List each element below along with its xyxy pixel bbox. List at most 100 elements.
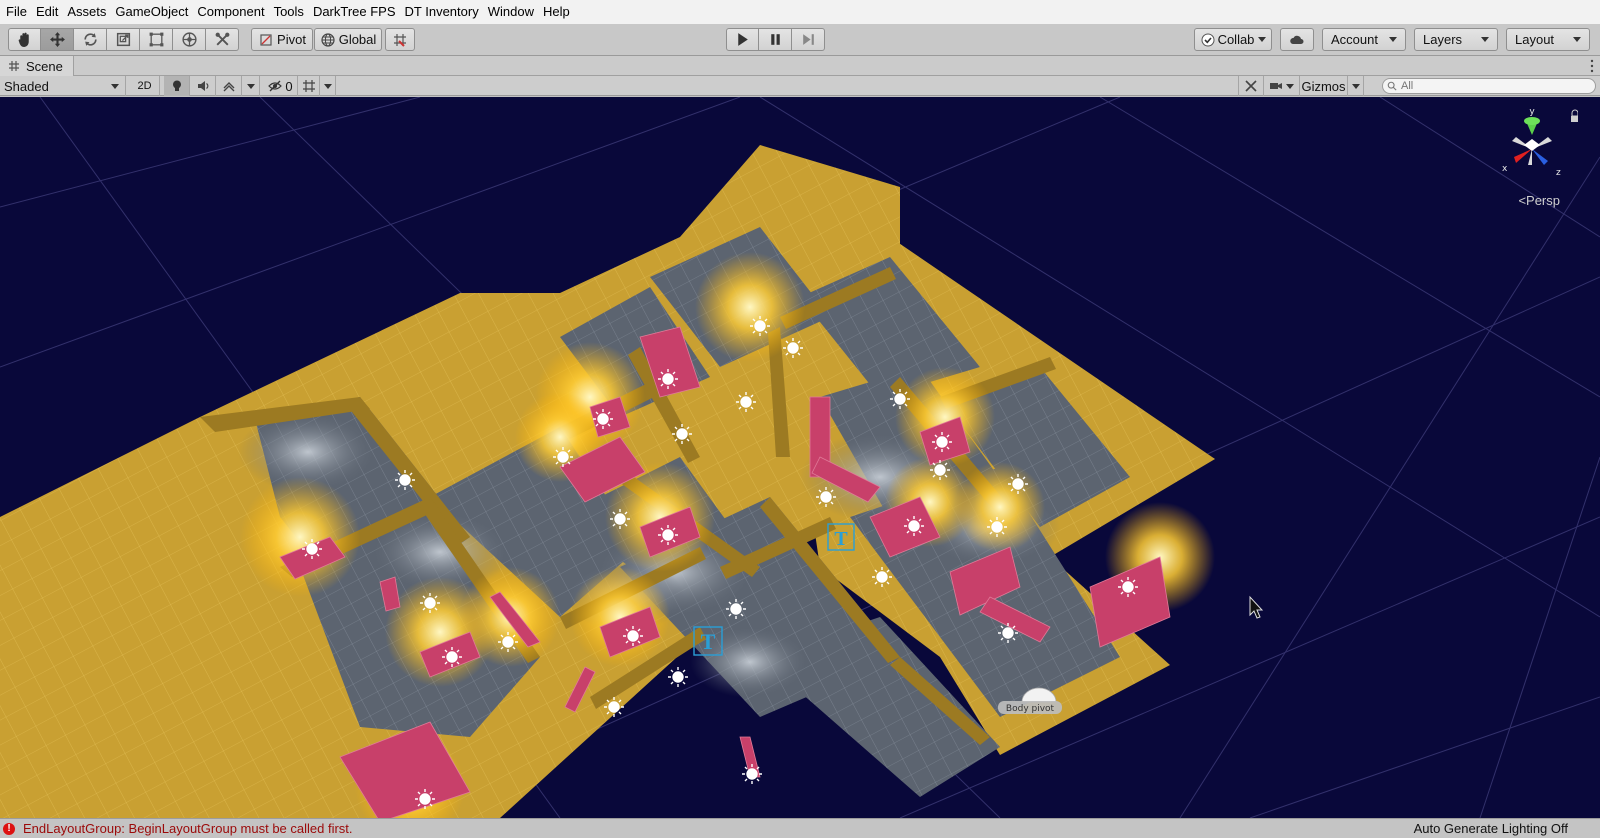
search-input[interactable] [1401, 80, 1591, 92]
global-label: Global [338, 32, 377, 47]
move-icon [49, 32, 65, 47]
lighting-toggle[interactable] [164, 76, 190, 96]
step-button[interactable] [792, 28, 825, 51]
move-tool-button[interactable] [41, 28, 74, 51]
account-label: Account [1331, 32, 1378, 47]
status-bar[interactable]: ! EndLayoutGroup: BeginLayoutGroup must … [0, 818, 1600, 838]
hand-icon [18, 32, 29, 47]
lightbulb-icon [172, 80, 181, 91]
eye-slash-icon [268, 80, 283, 92]
effects-dropdown[interactable] [242, 76, 260, 96]
grid-dropdown[interactable] [320, 76, 336, 96]
step-icon [802, 34, 814, 45]
chevron-left-icon: < [1518, 193, 1527, 208]
toggle-2d-label: 2D [137, 80, 152, 92]
text-marker-2-letter: T [834, 528, 848, 550]
audio-toggle[interactable] [190, 76, 216, 96]
camera-settings-dropdown[interactable] [1264, 76, 1300, 96]
transform-tool-button[interactable] [173, 28, 206, 51]
hidden-objects-toggle[interactable]: 0 [264, 76, 298, 96]
layers-label: Layers [1423, 32, 1463, 47]
menu-window[interactable]: Window [484, 0, 538, 24]
menu-bar: File Edit Assets GameObject Component To… [0, 0, 1600, 24]
search-icon [1387, 81, 1397, 91]
error-icon: ! [3, 822, 15, 835]
custom-tool-icon [215, 32, 229, 46]
transform-tools [8, 28, 239, 51]
scene-tab-bar: Scene [0, 56, 1600, 76]
menu-component[interactable]: Component [193, 0, 268, 24]
menu-gameobject[interactable]: GameObject [111, 0, 192, 24]
draw-mode-dropdown[interactable]: Shaded [0, 76, 126, 96]
speaker-icon [197, 81, 208, 91]
chevron-down-icon [246, 83, 255, 89]
gizmos-dropdown[interactable] [1348, 76, 1364, 96]
playback-controls [726, 28, 825, 51]
gizmos-button[interactable]: Gizmos [1300, 76, 1348, 96]
menu-help[interactable]: Help [539, 0, 574, 24]
layout-dropdown[interactable]: Layout [1506, 28, 1590, 51]
lighting-status[interactable]: Auto Generate Lighting Off [1414, 821, 1568, 836]
chevron-down-icon [323, 83, 332, 89]
tab-scene-label: Scene [26, 58, 63, 74]
snap-settings-button[interactable] [385, 28, 415, 51]
chevron-down-icon [111, 83, 119, 89]
scene-tools-button[interactable] [1238, 76, 1264, 96]
hidden-count: 0 [285, 78, 293, 94]
pivot-icon [260, 33, 272, 46]
mouse-cursor-icon [1249, 595, 1264, 619]
scale-icon [116, 32, 130, 47]
projection-toggle[interactable]: <Persp [1518, 193, 1560, 208]
camera-icon [1270, 83, 1282, 89]
scale-tool-button[interactable] [107, 28, 140, 51]
projection-label: Persp [1526, 193, 1560, 208]
collab-label: Collab [1217, 32, 1255, 47]
status-error-message[interactable]: EndLayoutGroup: BeginLayoutGroup must be… [23, 821, 353, 836]
toggle-2d-button[interactable]: 2D [130, 76, 160, 96]
axis-label-z: z [1556, 168, 1561, 178]
effects-toggle[interactable] [216, 76, 242, 96]
layers-dropdown[interactable]: Layers [1414, 28, 1498, 51]
chevron-down-icon [1389, 37, 1397, 42]
kebab-menu-icon[interactable] [1590, 58, 1594, 74]
text-marker-1-letter: T [701, 629, 716, 654]
lock-icon[interactable] [1571, 116, 1578, 122]
hand-tool-button[interactable] [8, 28, 41, 51]
play-icon [738, 33, 748, 46]
checkmark-circle-icon [1201, 33, 1215, 46]
main-toolbar: Pivot Global Collab Account Layers Layou… [0, 24, 1600, 56]
rotate-tool-button[interactable] [74, 28, 107, 51]
menu-darktree-fps[interactable]: DarkTree FPS [309, 0, 400, 24]
menu-dt-inventory[interactable]: DT Inventory [401, 0, 483, 24]
scene-search[interactable] [1382, 78, 1596, 94]
custom-tool-button[interactable] [206, 28, 239, 51]
axis-label-y: y [1529, 107, 1535, 117]
collab-dropdown[interactable]: Collab [1194, 28, 1272, 51]
wrench-cross-icon [1245, 80, 1257, 92]
pause-button[interactable] [759, 28, 792, 51]
rect-tool-button[interactable] [140, 28, 173, 51]
rotate-icon [83, 33, 97, 46]
orientation-gizmo[interactable]: y x z [1486, 107, 1578, 207]
menu-assets[interactable]: Assets [63, 0, 110, 24]
cloud-services-button[interactable] [1280, 28, 1314, 51]
chevron-down-icon [1573, 37, 1581, 42]
transform-icon [181, 32, 197, 47]
global-toggle-button[interactable]: Global [314, 28, 382, 51]
chevron-down-icon [1351, 83, 1360, 89]
scene-viewport[interactable]: T T Body pivot y x z <Persp [0, 97, 1600, 818]
chevron-down-icon [1258, 37, 1267, 42]
menu-file[interactable]: File [2, 0, 31, 24]
account-dropdown[interactable]: Account [1322, 28, 1406, 51]
pause-icon [770, 34, 780, 45]
grid-toggle[interactable] [298, 76, 320, 96]
chevron-down-icon [1286, 83, 1294, 89]
menu-tools[interactable]: Tools [270, 0, 308, 24]
gizmos-label: Gizmos [1301, 78, 1346, 94]
grid-snap-icon [394, 33, 406, 47]
pivot-toggle-button[interactable]: Pivot [251, 28, 313, 51]
menu-edit[interactable]: Edit [32, 0, 62, 24]
play-button[interactable] [726, 28, 759, 51]
tab-scene[interactable]: Scene [0, 56, 74, 76]
scene-render: T T Body pivot [0, 97, 1600, 818]
